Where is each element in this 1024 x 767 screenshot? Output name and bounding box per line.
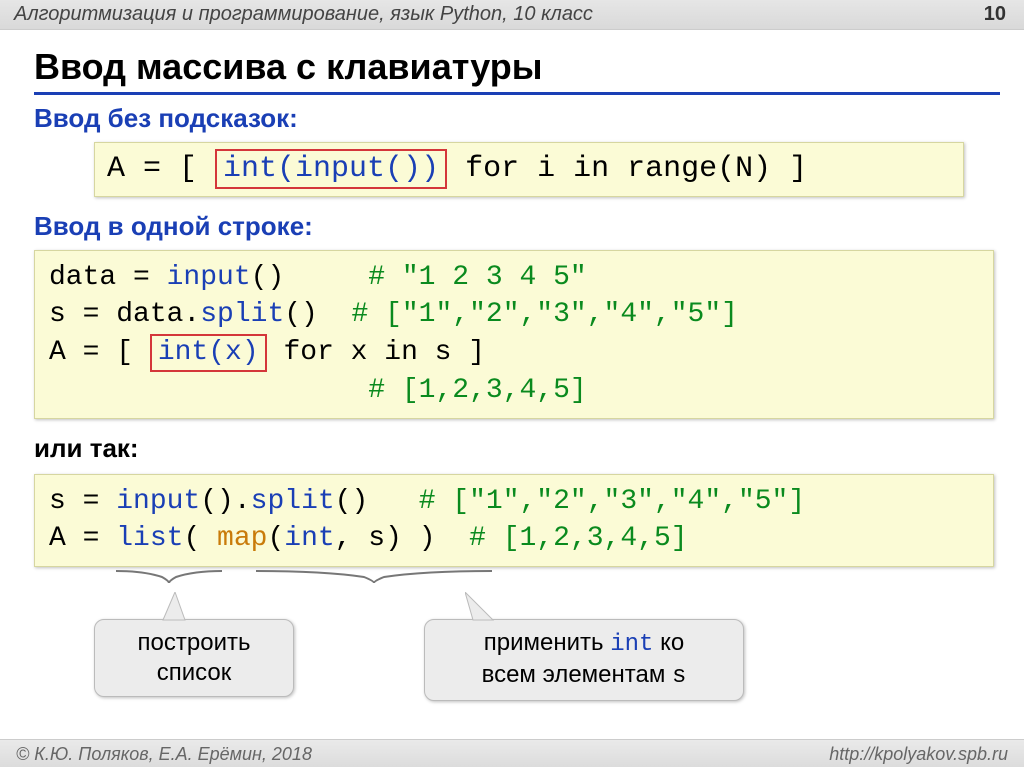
code-keyword: list: [116, 523, 183, 554]
slide-title: Ввод массива с клавиатуры: [34, 46, 1000, 88]
code-text: ().: [200, 486, 250, 517]
code-pad: [49, 375, 368, 406]
bubble-tail-icon: [465, 592, 505, 622]
slide-header: Алгоритмизация и программирование, язык …: [0, 0, 1024, 30]
highlighted-int-input: int(input()): [215, 149, 447, 189]
course-title: Алгоритмизация и программирование, язык …: [14, 3, 593, 26]
code-text: A =: [49, 523, 116, 554]
code-comment: # ["1","2","3","4","5"]: [419, 486, 805, 517]
slide-content: Ввод массива с клавиатуры Ввод без подск…: [0, 30, 1024, 721]
copyright: © К.Ю. Поляков, Е.А. Ерёмин, 2018: [16, 744, 312, 763]
brace-icon: [114, 569, 224, 589]
bubble-text: построить: [113, 628, 275, 658]
code-comment: # ["1","2","3","4","5"]: [351, 299, 737, 330]
code-keyword: split: [200, 299, 284, 330]
callout-bubble-map: применить int ко всем элементам s: [424, 619, 744, 701]
page-number: 10: [984, 3, 1006, 26]
code-text: data =: [49, 262, 167, 293]
bubble-tail-icon: [155, 592, 195, 622]
code-text: (): [251, 262, 369, 293]
code-text: for x in s ]: [267, 337, 485, 368]
code-text: A = [: [107, 152, 215, 186]
code-keyword: int: [284, 523, 334, 554]
bubble-text: всем элементам s: [443, 660, 725, 692]
section3-heading: или так:: [34, 433, 1000, 464]
codebox-1: A = [ int(input()) for i in range(N) ]: [94, 142, 964, 197]
code-text: for i in range(N) ]: [447, 152, 807, 186]
code-text: (): [284, 299, 351, 330]
code-keyword: input: [167, 262, 251, 293]
title-rule: [34, 92, 1000, 95]
code-comment: # "1 2 3 4 5": [368, 262, 586, 293]
code-text: (: [267, 523, 284, 554]
callout-bubble-list: построить список: [94, 619, 294, 697]
code-keyword: map: [217, 523, 267, 554]
highlighted-int-x: int(x): [150, 334, 267, 372]
slide-footer: © К.Ю. Поляков, Е.А. Ерёмин, 2018 http:/…: [0, 739, 1024, 767]
footer-url: http://kpolyakov.spb.ru: [829, 744, 1008, 763]
callouts-area: построить список применить int ко всем э…: [34, 581, 1000, 721]
code-text: s = data.: [49, 299, 200, 330]
bubble-text: список: [113, 658, 275, 688]
codebox-2: data = input() # "1 2 3 4 5" s = data.sp…: [34, 250, 994, 419]
code-keyword: split: [251, 486, 335, 517]
code-text: s =: [49, 486, 116, 517]
codebox-3: s = input().split() # ["1","2","3","4","…: [34, 474, 994, 568]
section1-heading: Ввод без подсказок:: [34, 103, 1000, 134]
bubble-text: применить int ко: [443, 628, 725, 660]
code-text: A = [: [49, 337, 150, 368]
code-text: (: [183, 523, 217, 554]
code-text: (): [335, 486, 419, 517]
code-keyword: input: [116, 486, 200, 517]
code-comment: # [1,2,3,4,5]: [368, 375, 586, 406]
brace-icon: [254, 569, 494, 589]
code-comment: # [1,2,3,4,5]: [469, 523, 687, 554]
section2-heading: Ввод в одной строке:: [34, 211, 1000, 242]
code-text: , s) ): [335, 523, 469, 554]
